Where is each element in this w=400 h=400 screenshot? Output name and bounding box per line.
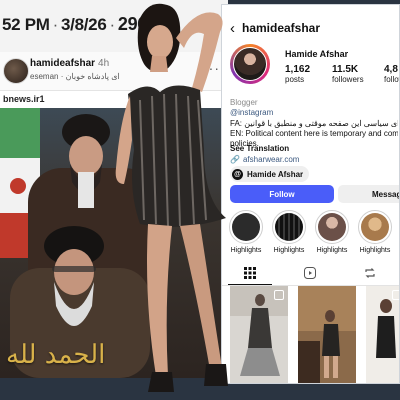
calligraphy-overlay: الحمد لله xyxy=(6,340,106,370)
post-author[interactable]: hamideafshar 4h xyxy=(30,58,109,69)
highlight-label: Highlights xyxy=(273,247,305,254)
stat-label: followers xyxy=(332,75,364,84)
stat-followers[interactable]: 11.5K followers xyxy=(332,64,364,84)
highlight-label: Highlights xyxy=(316,247,348,254)
instagram-profile-panel: ‹ hamideafshar Hamide Afshar 1,162 posts… xyxy=(221,4,400,384)
model-illustration xyxy=(115,3,228,392)
grid-icon[interactable] xyxy=(228,265,272,285)
profile-tabs xyxy=(222,263,399,286)
highlight-cover[interactable] xyxy=(272,210,306,244)
post-time: 52 PM xyxy=(2,15,50,34)
profile-handle: hamideafshar xyxy=(242,21,321,35)
stat-value: 11.5K xyxy=(332,64,359,75)
highlight-cover[interactable] xyxy=(315,210,349,244)
stat-posts[interactable]: 1,162 posts xyxy=(285,64,310,84)
model-left-leg xyxy=(147,224,172,376)
post-source-label: bnews.ir1 xyxy=(3,94,45,104)
highlight-label: Highlights xyxy=(359,247,391,254)
profile-display-name: Hamide Afshar xyxy=(285,49,349,59)
avatar[interactable] xyxy=(3,58,29,84)
model-right-leg xyxy=(180,224,222,370)
website-text[interactable]: afsharwear.com xyxy=(243,155,299,164)
multi-photo-icon xyxy=(274,290,284,300)
model-left-arm xyxy=(115,96,132,184)
upper-figure-collar xyxy=(78,172,94,208)
website-link[interactable]: 🔗 afsharwear.com xyxy=(230,155,299,164)
stat-following[interactable]: 4,8 follow xyxy=(384,64,399,84)
bio-line: EN: Political content here is temporary … xyxy=(230,129,398,138)
stat-label: follow xyxy=(384,75,399,84)
grid-post-thumbnail[interactable] xyxy=(298,286,356,383)
stat-label: posts xyxy=(285,75,305,84)
highlight-cover[interactable] xyxy=(358,210,392,244)
flag-green-stripe xyxy=(0,108,40,158)
multi-photo-icon xyxy=(392,290,399,300)
threads-badge[interactable]: @ Hamide Afshar xyxy=(230,166,310,182)
lower-figure-glasses xyxy=(52,266,96,272)
collage: 52 PM · 3/8/26 · 296K hamideafshar 4h ای پادش… xyxy=(0,0,400,400)
reposts-icon[interactable] xyxy=(362,265,378,281)
model-face xyxy=(147,25,173,59)
story-highlight[interactable]: Highlights xyxy=(355,210,395,254)
message-button[interactable]: Message xyxy=(338,185,399,203)
cutout-model-figure xyxy=(100,0,240,400)
model-raised-arm xyxy=(176,12,223,92)
model-neck xyxy=(150,56,168,72)
grid-post-thumbnail[interactable] xyxy=(366,286,399,383)
upper-figure-face xyxy=(69,136,103,176)
post-grid xyxy=(222,286,399,383)
flag-emblem xyxy=(10,178,26,194)
model-right-shoe xyxy=(204,364,228,386)
stat-value: 4,8 xyxy=(384,64,398,75)
reels-icon[interactable] xyxy=(302,265,318,281)
follow-button[interactable]: Follow xyxy=(230,185,334,203)
threads-label: Hamide Afshar xyxy=(247,169,304,179)
story-highlight[interactable]: Highlights xyxy=(312,210,352,254)
story-highlight[interactable]: Highlights xyxy=(269,210,309,254)
post-username[interactable]: hamideafshar xyxy=(30,58,95,69)
bio-line: FA: محتوای سیاسی این صفحه موقتی و منطبق … xyxy=(230,119,398,128)
model-left-shoe xyxy=(148,372,174,392)
stat-value: 1,162 xyxy=(285,64,311,75)
